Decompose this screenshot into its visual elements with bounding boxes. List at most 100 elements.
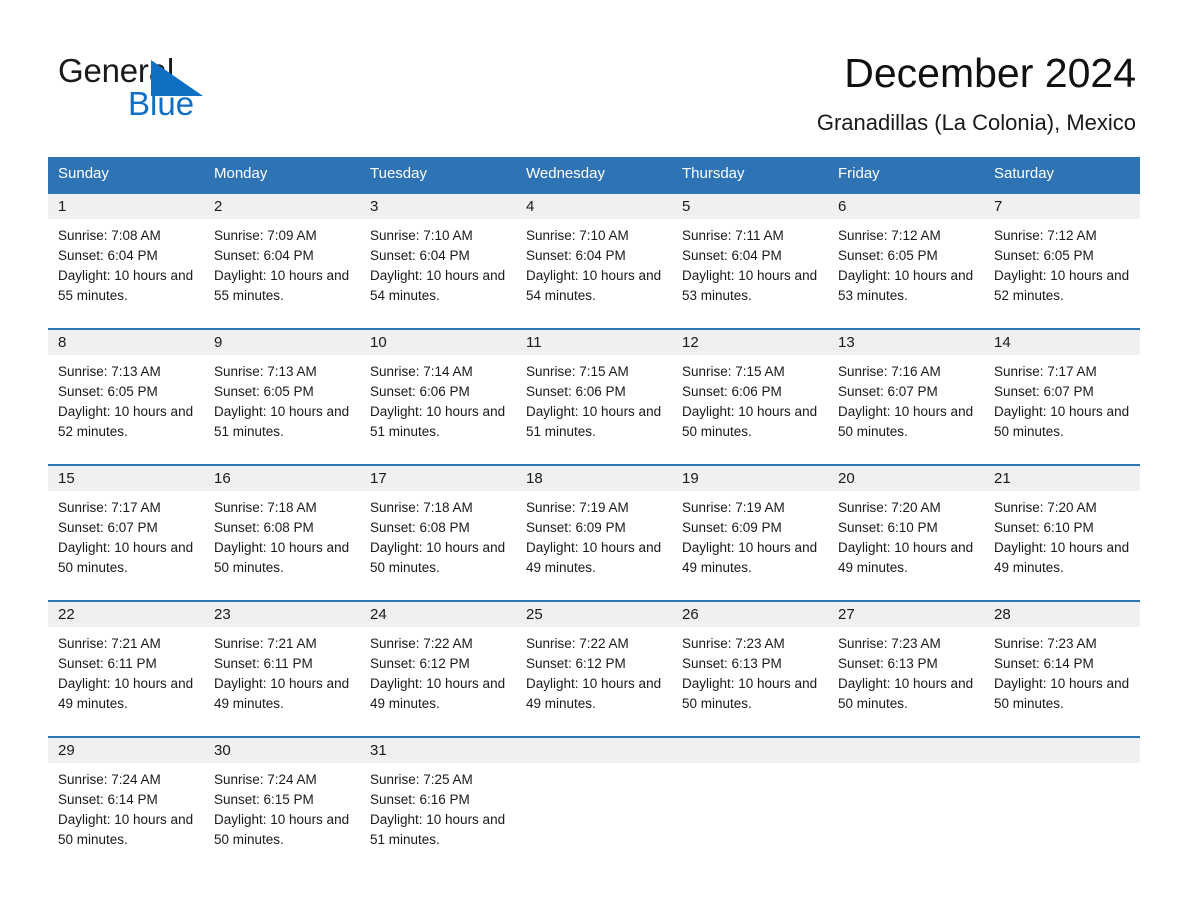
day-details: Sunrise: 7:11 AM Sunset: 6:04 PM Daylight:…	[672, 219, 828, 306]
calendar-week-row: 15 Sunrise: 7:17 AM Sunset: 6:07 PM Dayligh…	[48, 464, 1140, 601]
calendar-day-cell[interactable]: 13 Sunrise: 7:16 AM Sunset: 6:07 PM Dayligh…	[828, 328, 984, 465]
day-details: Sunrise: 7:15 AM Sunset: 6:06 PM Daylight:…	[516, 355, 672, 442]
sunrise-text: Sunrise: 7:10 AM	[370, 228, 473, 243]
calendar-day-cell[interactable]: 4 Sunrise: 7:10 AM Sunset: 6:04 PM Daylight…	[516, 192, 672, 329]
sunset-text: Sunset: 6:16 PM	[370, 792, 470, 807]
daylight-text: Daylight: 10 hours and 49 minutes.	[370, 676, 506, 711]
calendar-day-cell-empty	[516, 736, 672, 872]
day-number: 22	[48, 602, 204, 627]
calendar-body: 1 Sunrise: 7:08 AM Sunset: 6:04 PM Daylight…	[48, 192, 1140, 872]
sunset-text: Sunset: 6:07 PM	[994, 384, 1094, 399]
calendar-day-cell[interactable]: 3 Sunrise: 7:10 AM Sunset: 6:04 PM Daylight…	[360, 192, 516, 329]
calendar-day-cell[interactable]: 31 Sunrise: 7:25 AM Sunset: 6:16 PM Dayligh…	[360, 736, 516, 872]
weekday-header-thursday: Thursday	[672, 157, 828, 193]
day-details: Sunrise: 7:20 AM Sunset: 6:10 PM Daylight:…	[828, 491, 984, 578]
sunset-text: Sunset: 6:11 PM	[214, 656, 313, 671]
calendar-week-row: 8 Sunrise: 7:13 AM Sunset: 6:05 PM Daylight…	[48, 328, 1140, 465]
day-details: Sunrise: 7:09 AM Sunset: 6:04 PM Daylight:…	[204, 219, 360, 306]
daylight-text: Daylight: 10 hours and 50 minutes.	[838, 676, 974, 711]
sunrise-text: Sunrise: 7:09 AM	[214, 228, 317, 243]
calendar-day-cell[interactable]: 16 Sunrise: 7:18 AM Sunset: 6:08 PM Dayligh…	[204, 464, 360, 601]
daylight-text: Daylight: 10 hours and 50 minutes.	[838, 404, 974, 439]
day-number	[828, 738, 984, 763]
day-number: 13	[828, 330, 984, 355]
calendar-day-cell[interactable]: 12 Sunrise: 7:15 AM Sunset: 6:06 PM Dayligh…	[672, 328, 828, 465]
day-details: Sunrise: 7:20 AM Sunset: 6:10 PM Daylight:…	[984, 491, 1140, 578]
weekday-header-friday: Friday	[828, 157, 984, 193]
sunrise-text: Sunrise: 7:12 AM	[838, 228, 941, 243]
calendar-day-cell[interactable]: 21 Sunrise: 7:20 AM Sunset: 6:10 PM Dayligh…	[984, 464, 1140, 601]
daylight-text: Daylight: 10 hours and 50 minutes.	[370, 540, 506, 575]
calendar-day-cell[interactable]: 7 Sunrise: 7:12 AM Sunset: 6:05 PM Daylight…	[984, 192, 1140, 329]
calendar-day-cell[interactable]: 9 Sunrise: 7:13 AM Sunset: 6:05 PM Daylight…	[204, 328, 360, 465]
day-number: 9	[204, 330, 360, 355]
sunset-text: Sunset: 6:14 PM	[994, 656, 1094, 671]
sunrise-text: Sunrise: 7:08 AM	[58, 228, 161, 243]
calendar-day-cell[interactable]: 2 Sunrise: 7:09 AM Sunset: 6:04 PM Daylight…	[204, 192, 360, 329]
day-number: 20	[828, 466, 984, 491]
sunrise-text: Sunrise: 7:18 AM	[214, 500, 317, 515]
day-details: Sunrise: 7:18 AM Sunset: 6:08 PM Daylight:…	[360, 491, 516, 578]
weekday-header-saturday: Saturday	[984, 157, 1140, 193]
day-details: Sunrise: 7:08 AM Sunset: 6:04 PM Daylight:…	[48, 219, 204, 306]
day-details: Sunrise: 7:19 AM Sunset: 6:09 PM Daylight:…	[672, 491, 828, 578]
calendar-day-cell[interactable]: 29 Sunrise: 7:24 AM Sunset: 6:14 PM Dayligh…	[48, 736, 204, 872]
calendar-day-cell[interactable]: 17 Sunrise: 7:18 AM Sunset: 6:08 PM Dayligh…	[360, 464, 516, 601]
calendar-day-cell[interactable]: 5 Sunrise: 7:11 AM Sunset: 6:04 PM Daylight…	[672, 192, 828, 329]
day-details: Sunrise: 7:24 AM Sunset: 6:14 PM Daylight:…	[48, 763, 204, 850]
day-number: 5	[672, 194, 828, 219]
calendar-day-cell[interactable]: 23 Sunrise: 7:21 AM Sunset: 6:11 PM Dayligh…	[204, 600, 360, 737]
weekday-header-sunday: Sunday	[48, 157, 204, 193]
day-number: 11	[516, 330, 672, 355]
calendar-day-cell[interactable]: 18 Sunrise: 7:19 AM Sunset: 6:09 PM Dayligh…	[516, 464, 672, 601]
calendar-day-cell[interactable]: 14 Sunrise: 7:17 AM Sunset: 6:07 PM Dayligh…	[984, 328, 1140, 465]
calendar-day-cell[interactable]: 22 Sunrise: 7:21 AM Sunset: 6:11 PM Dayligh…	[48, 600, 204, 737]
sunset-text: Sunset: 6:11 PM	[58, 656, 157, 671]
calendar-day-cell[interactable]: 27 Sunrise: 7:23 AM Sunset: 6:13 PM Dayligh…	[828, 600, 984, 737]
weekday-header-row: Sunday Monday Tuesday Wednesday Thursday…	[48, 157, 1140, 193]
calendar-day-cell[interactable]: 20 Sunrise: 7:20 AM Sunset: 6:10 PM Dayligh…	[828, 464, 984, 601]
calendar-day-cell[interactable]: 1 Sunrise: 7:08 AM Sunset: 6:04 PM Daylight…	[48, 192, 204, 329]
calendar-page: General Blue December 2024 Granadillas (…	[0, 0, 1188, 918]
day-details: Sunrise: 7:21 AM Sunset: 6:11 PM Daylight:…	[204, 627, 360, 714]
daylight-text: Daylight: 10 hours and 49 minutes.	[214, 676, 350, 711]
sunset-text: Sunset: 6:04 PM	[526, 248, 626, 263]
calendar-day-cell[interactable]: 8 Sunrise: 7:13 AM Sunset: 6:05 PM Daylight…	[48, 328, 204, 465]
sunset-text: Sunset: 6:13 PM	[838, 656, 938, 671]
calendar-day-cell[interactable]: 10 Sunrise: 7:14 AM Sunset: 6:06 PM Dayligh…	[360, 328, 516, 465]
calendar-day-cell[interactable]: 25 Sunrise: 7:22 AM Sunset: 6:12 PM Dayligh…	[516, 600, 672, 737]
day-number	[984, 738, 1140, 763]
sunset-text: Sunset: 6:05 PM	[838, 248, 938, 263]
daylight-text: Daylight: 10 hours and 49 minutes.	[58, 676, 194, 711]
day-number: 6	[828, 194, 984, 219]
calendar-day-cell[interactable]: 19 Sunrise: 7:19 AM Sunset: 6:09 PM Dayligh…	[672, 464, 828, 601]
sunrise-text: Sunrise: 7:23 AM	[994, 636, 1097, 651]
day-number: 24	[360, 602, 516, 627]
calendar-day-cell[interactable]: 28 Sunrise: 7:23 AM Sunset: 6:14 PM Dayligh…	[984, 600, 1140, 737]
day-details: Sunrise: 7:19 AM Sunset: 6:09 PM Daylight:…	[516, 491, 672, 578]
daylight-text: Daylight: 10 hours and 50 minutes.	[58, 540, 194, 575]
day-number: 23	[204, 602, 360, 627]
calendar-day-cell[interactable]: 30 Sunrise: 7:24 AM Sunset: 6:15 PM Dayligh…	[204, 736, 360, 872]
calendar-day-cell[interactable]: 24 Sunrise: 7:22 AM Sunset: 6:12 PM Dayligh…	[360, 600, 516, 737]
calendar-day-cell[interactable]: 6 Sunrise: 7:12 AM Sunset: 6:05 PM Daylight…	[828, 192, 984, 329]
day-details: Sunrise: 7:10 AM Sunset: 6:04 PM Daylight:…	[360, 219, 516, 306]
sunrise-text: Sunrise: 7:22 AM	[526, 636, 629, 651]
brand-logo[interactable]: General Blue	[58, 52, 358, 132]
daylight-text: Daylight: 10 hours and 54 minutes.	[370, 268, 506, 303]
day-number: 21	[984, 466, 1140, 491]
calendar-day-cell[interactable]: 26 Sunrise: 7:23 AM Sunset: 6:13 PM Dayligh…	[672, 600, 828, 737]
day-number: 30	[204, 738, 360, 763]
sunset-text: Sunset: 6:04 PM	[370, 248, 470, 263]
daylight-text: Daylight: 10 hours and 50 minutes.	[682, 404, 818, 439]
daylight-text: Daylight: 10 hours and 49 minutes.	[526, 676, 662, 711]
calendar-day-cell[interactable]: 11 Sunrise: 7:15 AM Sunset: 6:06 PM Dayligh…	[516, 328, 672, 465]
sunset-text: Sunset: 6:10 PM	[838, 520, 938, 535]
daylight-text: Daylight: 10 hours and 53 minutes.	[838, 268, 974, 303]
calendar-day-cell[interactable]: 15 Sunrise: 7:17 AM Sunset: 6:07 PM Dayligh…	[48, 464, 204, 601]
sunrise-text: Sunrise: 7:19 AM	[682, 500, 785, 515]
day-number: 10	[360, 330, 516, 355]
sunset-text: Sunset: 6:06 PM	[682, 384, 782, 399]
sunrise-text: Sunrise: 7:24 AM	[214, 772, 317, 787]
daylight-text: Daylight: 10 hours and 50 minutes.	[994, 676, 1130, 711]
